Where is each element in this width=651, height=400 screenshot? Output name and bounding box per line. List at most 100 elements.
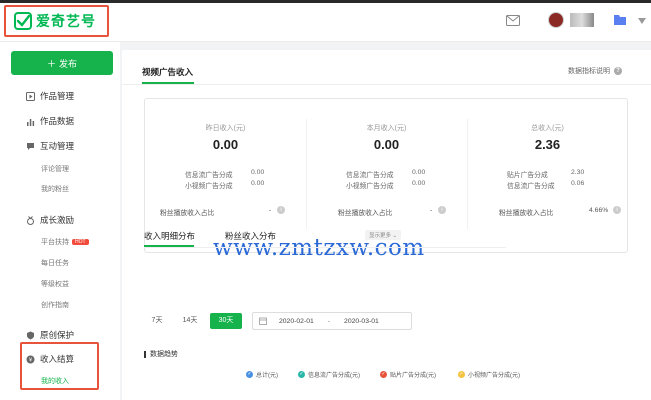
mail-icon[interactable]	[506, 15, 520, 26]
row-label: 信息流广告分成	[185, 172, 233, 179]
fans-ratio-label: 粉丝播放收入占比	[499, 210, 554, 217]
plus-icon: ＋	[46, 58, 56, 69]
top-header: 爱奇艺号	[0, 0, 651, 42]
sidebar-item-label: 原创保护	[40, 330, 75, 340]
sidebar-sub-fans[interactable]: 我的粉丝	[41, 184, 69, 194]
publish-button[interactable]: ＋ 发布	[11, 51, 113, 75]
range-30d-button[interactable]: 30天	[210, 313, 242, 329]
income-column-total: 总收入(元) 2.36 贴片广告分成 2.30 信息流广告分成 0.06 粉丝播…	[467, 99, 628, 254]
row-label: 小视频广告分成	[185, 183, 233, 190]
legend-feed-ad[interactable]: ✓ 信息流广告分成(元)	[298, 370, 360, 379]
date-start: 2020-02-01	[279, 317, 314, 325]
legend-short-video-ad[interactable]: ✓ 小视频广告分成(元)	[458, 370, 520, 379]
sidebar-sub-daily-tasks[interactable]: 每日任务	[41, 258, 69, 268]
sidebar-item-income[interactable]: ¥ 收入结算	[26, 353, 74, 365]
sidebar-item-label: 作品数据	[40, 116, 75, 126]
info-icon[interactable]: i	[277, 206, 285, 214]
row-value: 0.00	[251, 180, 265, 187]
legend-label: 信息流广告分成(元)	[308, 373, 360, 379]
sidebar-sub-guide[interactable]: 创作指南	[41, 300, 69, 310]
sidebar-item-label: 作品管理	[40, 91, 75, 101]
publish-label: 发布	[59, 58, 78, 69]
sidebar-item-label: 成长激励	[40, 215, 75, 225]
folder-icon[interactable]	[614, 14, 626, 25]
trend-title-bar	[144, 350, 146, 358]
row-value: 0.06	[571, 180, 585, 187]
row-label: 信息流广告分成	[507, 183, 555, 190]
logo-check-icon	[14, 12, 32, 30]
fans-ratio-value: -	[430, 207, 433, 214]
sidebar-sub-label: 平台扶持	[41, 239, 69, 246]
check-icon: ✓	[246, 371, 253, 378]
tab-video-ad-income[interactable]: 视频广告收入	[142, 66, 193, 78]
check-icon: ✓	[458, 371, 465, 378]
hot-badge: HOT	[72, 239, 89, 246]
main-panel: 视频广告收入 数据指标说明 ? 昨日收入(元) 0.00 信息流广告分成 0.0…	[122, 50, 651, 400]
sidebar-sub-comments[interactable]: 评论管理	[41, 164, 69, 174]
legend-label: 小视频广告分成(元)	[468, 373, 520, 379]
calendar-icon	[259, 317, 267, 325]
subtab-divider	[144, 247, 506, 248]
chevron-down-icon[interactable]	[638, 18, 646, 24]
column-value: 0.00	[373, 137, 400, 152]
question-icon: ?	[614, 67, 622, 75]
avatar[interactable]	[548, 12, 564, 28]
sidebar: ＋ 发布 作品管理 作品数据 互动管理 评论管理 我的粉丝 成长激励 平台扶持 H…	[0, 42, 120, 400]
column-value: 0.00	[212, 137, 239, 152]
tab-income-detail[interactable]: 收入明细分布	[144, 230, 195, 242]
tab-fans-income[interactable]: 粉丝收入分布	[225, 230, 276, 242]
shield-icon	[27, 331, 34, 339]
sidebar-item-interaction[interactable]: 互动管理	[26, 140, 74, 152]
column-value: 2.36	[534, 137, 561, 152]
column-title: 总收入(元)	[531, 125, 564, 132]
range-7d-button[interactable]: 7天	[146, 313, 168, 329]
sidebar-item-label: 互动管理	[40, 141, 75, 151]
row-label: 小视频广告分成	[346, 183, 394, 190]
row-value: 0.00	[251, 169, 265, 176]
metrics-help-link[interactable]: 数据指标说明 ?	[568, 66, 622, 76]
logo[interactable]: 爱奇艺号	[4, 5, 109, 37]
income-summary-card: 昨日收入(元) 0.00 信息流广告分成 0.00 小视频广告分成 0.00 粉…	[144, 98, 628, 253]
sidebar-item-works[interactable]: 作品管理	[26, 90, 74, 102]
info-icon[interactable]: i	[613, 206, 621, 214]
sidebar-item-growth[interactable]: 成长激励	[26, 214, 74, 226]
play-square-icon	[26, 91, 35, 101]
row-label: 贴片广告分成	[507, 172, 548, 179]
row-value: 2.30	[571, 169, 585, 176]
fans-ratio-value: 4.66%	[589, 207, 609, 214]
sidebar-item-works-data[interactable]: 作品数据	[26, 115, 74, 127]
check-icon: ✓	[298, 371, 305, 378]
info-icon[interactable]: i	[438, 206, 446, 214]
date-separator: -	[327, 317, 331, 325]
column-title: 本月收入(元)	[366, 125, 407, 132]
legend-total[interactable]: ✓ 总计(元)	[246, 370, 278, 379]
logo-text: 爱奇艺号	[36, 13, 96, 29]
sidebar-sub-my-income[interactable]: 我的收入	[41, 376, 69, 386]
sidebar-sub-support[interactable]: 平台扶持 HOT	[41, 237, 89, 247]
coin-icon: ¥	[26, 355, 35, 363]
sidebar-item-original[interactable]: 原创保护	[26, 329, 74, 341]
top-border	[0, 0, 651, 3]
legend-preroll-ad[interactable]: ✓ 贴片广告分成(元)	[380, 370, 436, 379]
row-value: 0.00	[412, 169, 426, 176]
chat-icon	[27, 142, 34, 150]
trend-title-label: 数据趋势	[150, 351, 178, 358]
help-link-label: 数据指标说明	[568, 68, 610, 75]
username-blur[interactable]	[570, 13, 594, 27]
row-label: 信息流广告分成	[346, 172, 394, 179]
column-title: 昨日收入(元)	[205, 125, 246, 132]
fans-ratio-label: 粉丝播放收入占比	[160, 210, 215, 217]
range-14d-button[interactable]: 14天	[178, 313, 202, 329]
fans-ratio-label: 粉丝播放收入占比	[338, 210, 393, 217]
fans-ratio-value: -	[269, 207, 272, 214]
medal-icon	[27, 215, 34, 225]
date-end: 2020-03-01	[344, 317, 379, 325]
legend-label: 贴片广告分成(元)	[390, 373, 436, 379]
check-icon: ✓	[380, 371, 387, 378]
trend-title: 数据趋势	[144, 349, 178, 359]
sidebar-item-label: 收入结算	[40, 354, 75, 364]
date-range-picker[interactable]: 2020-02-01 - 2020-03-01	[252, 312, 412, 330]
legend-label: 总计(元)	[256, 373, 278, 379]
row-value: 0.00	[412, 180, 426, 187]
sidebar-sub-level-rights[interactable]: 等级权益	[41, 279, 69, 289]
